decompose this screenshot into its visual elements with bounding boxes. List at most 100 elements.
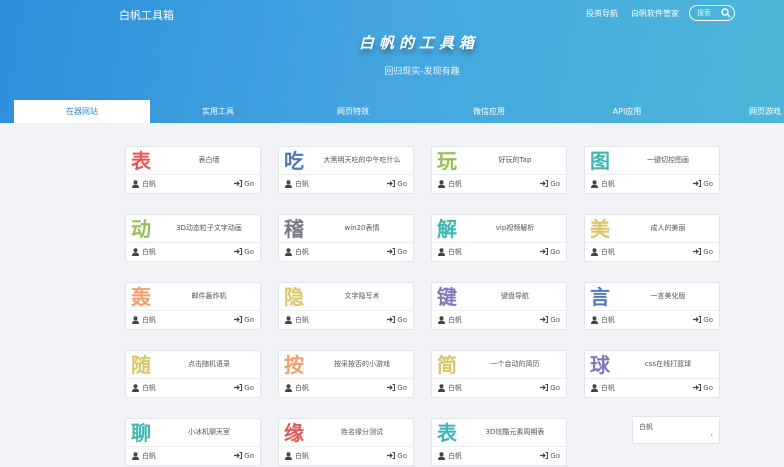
search-placeholder: 搜索 — [697, 9, 711, 17]
card-footer: 白帆 Go — [279, 378, 413, 397]
go-link[interactable]: Go — [540, 175, 560, 193]
card-author: 白帆 — [142, 384, 156, 392]
tool-card[interactable]: 聊 小冰机聊天室 白帆 Go — [125, 418, 261, 466]
sign-in-icon — [693, 316, 702, 323]
card-header: 吃 大黑明天吃的中午吃什么 — [279, 147, 413, 176]
tool-card[interactable]: 表 表白墙 白帆 Go — [125, 146, 261, 194]
card-glyph: 表 — [131, 149, 151, 173]
card-author: 白帆 — [295, 384, 309, 392]
tab-sites[interactable]: 在器网站 — [14, 100, 150, 123]
tool-card[interactable]: 按 按采按否的小游戏白帆 Go — [278, 350, 414, 398]
user-icon — [285, 180, 292, 188]
sign-in-icon — [234, 248, 243, 255]
card-title: 键盘导航 — [501, 292, 529, 300]
go-link[interactable]: Go — [540, 447, 560, 465]
go-link[interactable]: Go — [693, 175, 713, 193]
user-icon — [438, 248, 445, 256]
search-icon[interactable] — [721, 8, 731, 18]
tool-card[interactable]: 言 一言美化版 白帆 Go — [584, 282, 720, 330]
card-footer: 白帆 Go — [126, 242, 260, 261]
go-link[interactable]: Go — [234, 311, 254, 329]
tab-tools[interactable]: 实用工具 — [178, 100, 258, 123]
tool-card[interactable]: 轰 邮件轰炸机 白帆 Go — [125, 282, 261, 330]
card-footer: 白帆 Go — [279, 242, 413, 261]
tab-games[interactable]: 网页游戏 — [730, 100, 784, 123]
card-title: 3D炫酷元素周期表 — [485, 428, 545, 436]
tool-card[interactable]: 稽 win20表情 白帆 Go — [278, 214, 414, 262]
nav-link-invest[interactable]: 投资导航 — [586, 8, 618, 19]
go-link[interactable]: Go — [387, 379, 407, 397]
user-icon — [132, 180, 139, 188]
card-header: 表 表白墙 — [126, 147, 260, 176]
tool-card[interactable]: 动 3D动态粒子文字动画 白帆 Go — [125, 214, 261, 262]
tab-api[interactable]: API应用 — [587, 100, 667, 123]
go-link[interactable]: Go — [540, 243, 560, 261]
card-glyph: 美 — [590, 217, 610, 241]
site-brand[interactable]: 白帆工具箱 — [119, 7, 174, 23]
user-icon — [132, 452, 139, 460]
go-link[interactable]: Go — [387, 243, 407, 261]
tool-card[interactable]: 美 成人的美丽 白帆 Go — [584, 214, 720, 262]
sign-in-icon — [540, 180, 549, 187]
tool-card[interactable]: 随 点击随机语录白帆 Go — [125, 350, 261, 398]
go-link[interactable]: Go — [387, 175, 407, 193]
card-title: 按采按否的小游戏 — [334, 360, 390, 368]
card-glyph: 解 — [437, 217, 457, 241]
card-header: 稽 win20表情 — [279, 215, 413, 244]
tool-card[interactable]: 简 一个会动的简历 白帆 Go — [431, 350, 567, 398]
go-label: Go — [244, 452, 254, 460]
tool-card[interactable]: 缘 姓名缘分测试 白帆 Go — [278, 418, 414, 466]
go-label: Go — [397, 452, 407, 460]
tool-card-partial[interactable]: 白帆 › — [632, 416, 720, 444]
card-author: 白帆 — [448, 248, 462, 256]
card-header: 轰 邮件轰炸机 — [126, 283, 260, 312]
tool-card[interactable]: 吃 大黑明天吃的中午吃什么 白帆 Go — [278, 146, 414, 194]
sign-in-icon — [234, 452, 243, 459]
sign-in-icon — [387, 180, 396, 187]
card-glyph: 动 — [131, 217, 151, 241]
tool-card[interactable]: 图 一键切控图画 白帆 Go — [584, 146, 720, 194]
user-icon — [285, 248, 292, 256]
tool-card[interactable]: 球 css在线打篮球 白帆 Go — [584, 350, 720, 398]
go-link[interactable]: Go — [693, 311, 713, 329]
tab-wechat[interactable]: 微信应用 — [449, 100, 529, 123]
nav-link-software[interactable]: 白帆软件管家 — [631, 8, 679, 19]
sign-in-icon — [234, 316, 243, 323]
hero-banner: 白帆工具箱 投资导航 白帆软件管家 搜索 白帆的工具箱 回归现实-发现有趣 在器… — [0, 0, 784, 123]
user-icon — [591, 180, 598, 188]
card-footer: 白帆 Go — [585, 242, 719, 261]
card-header: 随 点击随机语录 — [126, 351, 260, 380]
card-title: 一言美化版 — [650, 292, 686, 300]
go-link[interactable]: Go — [387, 447, 407, 465]
card-header: 按 按采按否的小游戏 — [279, 351, 413, 380]
tab-effects[interactable]: 网页特效 — [313, 100, 393, 123]
go-link[interactable]: Go — [540, 311, 560, 329]
tool-card[interactable]: 键 键盘导航 白帆 Go — [431, 282, 567, 330]
tool-card[interactable]: 隐 文字隐写术 白帆 Go — [278, 282, 414, 330]
card-title: 好玩的Tap — [498, 156, 532, 164]
card-glyph: 轰 — [131, 285, 151, 309]
go-link[interactable]: Go — [234, 243, 254, 261]
go-link[interactable]: Go — [234, 379, 254, 397]
go-link[interactable]: Go — [234, 447, 254, 465]
card-author: 白帆 — [142, 248, 156, 256]
card-author: 白帆 — [601, 180, 615, 188]
tool-card[interactable]: 解 vip视频解析 白帆 Go — [431, 214, 567, 262]
card-glyph: 按 — [284, 353, 304, 377]
go-link[interactable]: Go — [693, 243, 713, 261]
search-input[interactable]: 搜索 — [689, 5, 735, 21]
card-glyph: 稽 — [284, 217, 304, 241]
go-label: Go — [244, 384, 254, 392]
go-link[interactable]: Go — [540, 379, 560, 397]
card-author: 白帆 — [601, 384, 615, 392]
go-label: Go — [703, 316, 713, 324]
tool-card[interactable]: 玩 好玩的Tap 白帆 Go — [431, 146, 567, 194]
go-label: Go — [397, 316, 407, 324]
tool-card[interactable]: 表 3D炫酷元素周期表 白帆 Go — [431, 418, 567, 466]
card-header: 言 一言美化版 — [585, 283, 719, 312]
go-link[interactable]: Go — [693, 379, 713, 397]
card-title: 邮件轰炸机 — [191, 292, 227, 300]
card-footer: 白帆 Go — [279, 446, 413, 465]
go-link[interactable]: Go — [387, 311, 407, 329]
go-link[interactable]: Go — [234, 175, 254, 193]
